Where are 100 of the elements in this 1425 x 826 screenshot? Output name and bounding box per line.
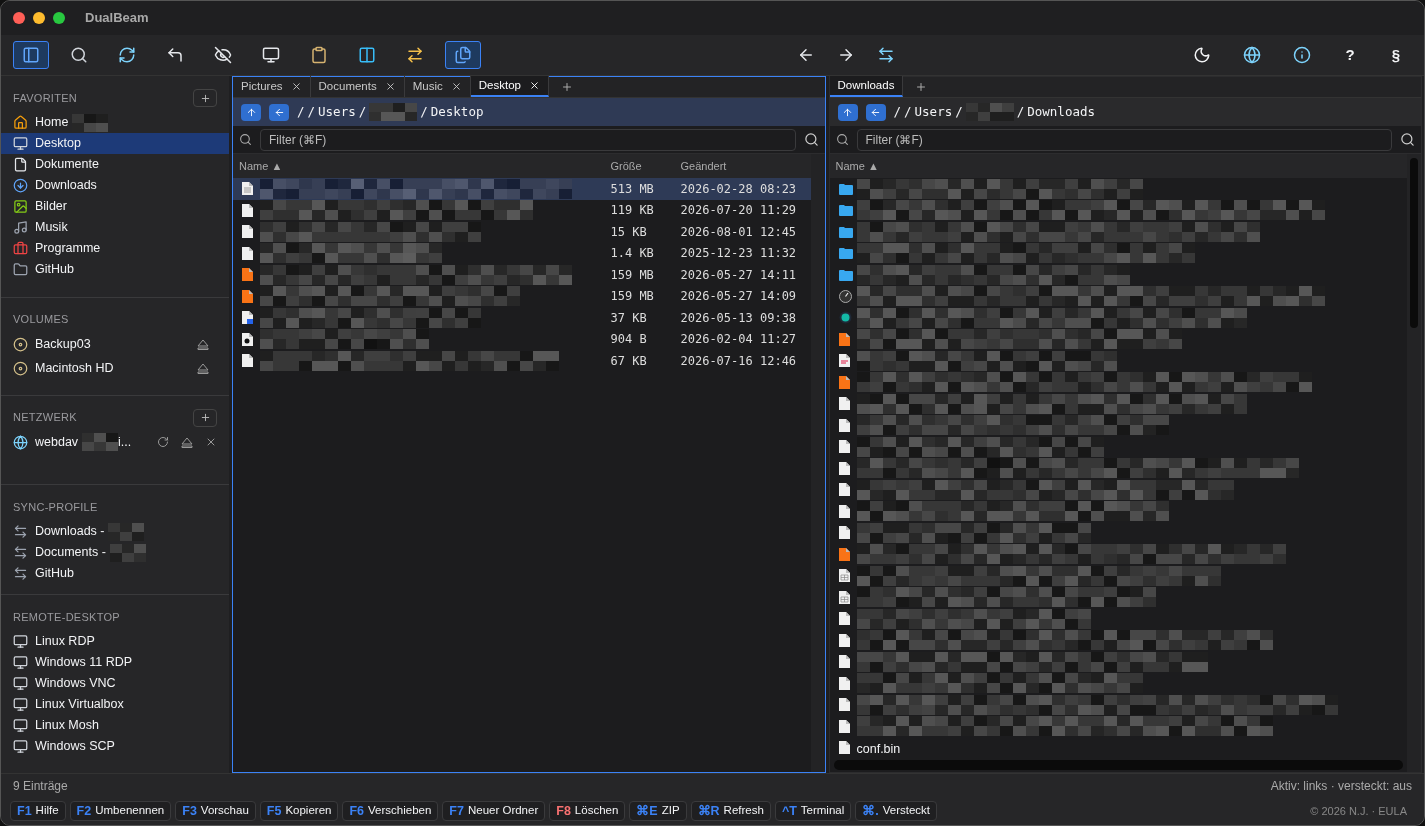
sidebar-item[interactable]: Macintosh HD xyxy=(1,357,229,379)
sidebar-item[interactable]: webdav i... xyxy=(1,431,229,453)
path-segment[interactable]: / xyxy=(297,102,305,122)
sidebar-icon xyxy=(22,46,40,64)
function-key-button[interactable]: F5 Kopieren xyxy=(259,801,339,821)
scrollbar-thumb[interactable] xyxy=(1410,158,1418,328)
close-icon[interactable] xyxy=(384,81,396,92)
folder-icon xyxy=(13,262,28,277)
sidebar-item[interactable]: Musik xyxy=(1,217,229,238)
path-segment[interactable]: / xyxy=(358,102,367,122)
refresh-icon[interactable] xyxy=(157,436,169,449)
eject-icon[interactable] xyxy=(197,362,209,374)
function-key-button[interactable]: ⌘R Refresh xyxy=(690,801,771,821)
tab[interactable]: Desktop xyxy=(470,76,549,97)
back-button[interactable] xyxy=(865,103,886,121)
sidebar-item[interactable]: Downloads xyxy=(1,175,229,196)
file-row[interactable]: 513 MB 2026-02-28 08:23 xyxy=(233,178,811,200)
function-key-button[interactable]: F7 Neuer Ordner xyxy=(442,801,546,821)
sidebar-item[interactable]: Programme xyxy=(1,238,229,259)
file-row[interactable]: 904 B 2026-02-04 11:27 xyxy=(233,328,811,350)
path-segment[interactable]: / xyxy=(1016,102,1025,122)
shortcut-key: F8 xyxy=(556,801,571,821)
file-row[interactable]: 159 MB 2026-05-27 14:11 xyxy=(233,264,811,286)
scrollbar-track[interactable] xyxy=(810,154,825,772)
tab[interactable]: Pictures xyxy=(233,76,311,97)
column-header[interactable]: Größe xyxy=(610,157,681,175)
path-segment[interactable]: Users xyxy=(318,102,356,122)
path-segment[interactable]: / xyxy=(307,102,316,122)
sidebar-item[interactable]: Desktop xyxy=(1,133,229,154)
file-row[interactable]: 67 KB 2026-07-16 12:46 xyxy=(233,350,811,372)
minimize-window-button[interactable] xyxy=(33,12,45,24)
document-icon xyxy=(838,676,850,690)
sidebar-label: Macintosh HD xyxy=(35,359,114,377)
sidebar-item[interactable]: GitHub xyxy=(1,259,229,280)
function-key-button[interactable]: F6 Verschieben xyxy=(342,801,439,821)
toolbar-button[interactable]: § xyxy=(1380,39,1412,71)
sidebar-item[interactable]: Bilder xyxy=(1,196,229,217)
file-row[interactable]: 15 KB 2026-08-01 12:45 xyxy=(233,221,811,243)
file-row[interactable]: 1.4 KB 2025-12-23 11:32 xyxy=(233,242,811,264)
close-icon[interactable] xyxy=(528,80,540,91)
tab[interactable]: Downloads xyxy=(829,76,904,97)
back-button[interactable] xyxy=(269,103,289,121)
function-key-button[interactable]: F3 Vorschau xyxy=(175,801,256,821)
sidebar-item[interactable]: Linux Mosh xyxy=(1,715,229,736)
path-segment[interactable]: Desktop xyxy=(430,102,484,122)
function-key-button[interactable]: F1 Hilfe xyxy=(10,801,66,821)
sidebar-label: Linux Virtualbox xyxy=(35,696,124,714)
function-key-button[interactable]: F2 Umbenennen xyxy=(69,801,172,821)
file-row[interactable]: 37 KB 2026-05-13 09:38 xyxy=(233,307,811,329)
sidebar-item[interactable]: Home xyxy=(1,112,229,133)
spreadsheet-icon xyxy=(838,590,850,604)
arrow-left-icon xyxy=(870,106,881,118)
scrollbar-track[interactable] xyxy=(1407,154,1421,772)
filter-field[interactable]: Filter (⌘F) xyxy=(260,128,796,151)
path-segment[interactable]: / xyxy=(420,102,428,122)
path-segment[interactable]: Users xyxy=(914,102,953,122)
zoom-window-button[interactable] xyxy=(53,12,65,24)
column-header[interactable]: Name ▲ xyxy=(239,157,611,175)
sidebar-item[interactable]: Windows VNC xyxy=(1,673,229,694)
close-icon[interactable] xyxy=(290,81,302,92)
function-key-button[interactable]: F8 Löschen xyxy=(549,801,626,821)
shortcut-key: F6 xyxy=(349,801,365,821)
column-header[interactable]: Geändert xyxy=(680,157,811,175)
file-row[interactable]: 119 KB 2026-07-20 11:29 xyxy=(233,199,811,221)
sidebar-item[interactable]: Documents - xyxy=(1,542,229,563)
path-segment[interactable]: Downloads xyxy=(1027,102,1095,122)
sidebar-item[interactable]: Linux Virtualbox xyxy=(1,694,229,715)
footer-text: © 2026 N.J. · EULA xyxy=(1310,803,1407,819)
path-segment[interactable]: / xyxy=(955,102,963,122)
close-icon[interactable] xyxy=(450,81,462,92)
add-button[interactable] xyxy=(193,408,217,427)
sidebar-item[interactable]: Downloads - xyxy=(1,521,229,542)
path-segment[interactable]: / xyxy=(893,102,902,122)
sidebar-item[interactable]: Linux RDP xyxy=(1,631,229,652)
sidebar-item[interactable]: Backup03 xyxy=(1,333,229,355)
tab[interactable]: Music xyxy=(404,76,471,97)
path-segment[interactable]: / xyxy=(904,102,912,122)
globe-icon xyxy=(13,434,28,450)
sidebar-item[interactable]: Windows 11 RDP xyxy=(1,652,229,673)
function-key-button[interactable]: ⌘E ZIP xyxy=(629,801,687,821)
tab[interactable]: Documents xyxy=(310,76,405,97)
up-button[interactable] xyxy=(837,103,858,121)
sidebar-item[interactable]: Dokumente xyxy=(1,154,229,175)
file-row[interactable]: 159 MB 2026-05-27 14:09 xyxy=(233,285,811,307)
function-key-button[interactable]: ⌘. Versteckt xyxy=(855,801,938,821)
up-button[interactable] xyxy=(241,103,261,121)
function-key-button[interactable]: ^T Terminal xyxy=(774,801,852,821)
eject-icon[interactable] xyxy=(181,436,193,448)
close-window-button[interactable] xyxy=(13,12,25,24)
file-row[interactable]: conf.bin xyxy=(829,737,1407,759)
toolbar-button[interactable]: ? xyxy=(1334,39,1366,71)
document-icon xyxy=(838,504,850,518)
eject-icon[interactable] xyxy=(197,338,209,350)
file-date: 2026-08-01 12:45 xyxy=(680,223,798,241)
sidebar-item[interactable]: GitHub xyxy=(1,563,229,584)
search-icon[interactable] xyxy=(1400,132,1415,147)
add-button[interactable] xyxy=(193,89,217,107)
search-icon[interactable] xyxy=(803,132,819,147)
filter-field[interactable]: Filter (⌘F) xyxy=(856,128,1392,151)
sidebar-item[interactable]: Windows SCP xyxy=(1,736,229,757)
